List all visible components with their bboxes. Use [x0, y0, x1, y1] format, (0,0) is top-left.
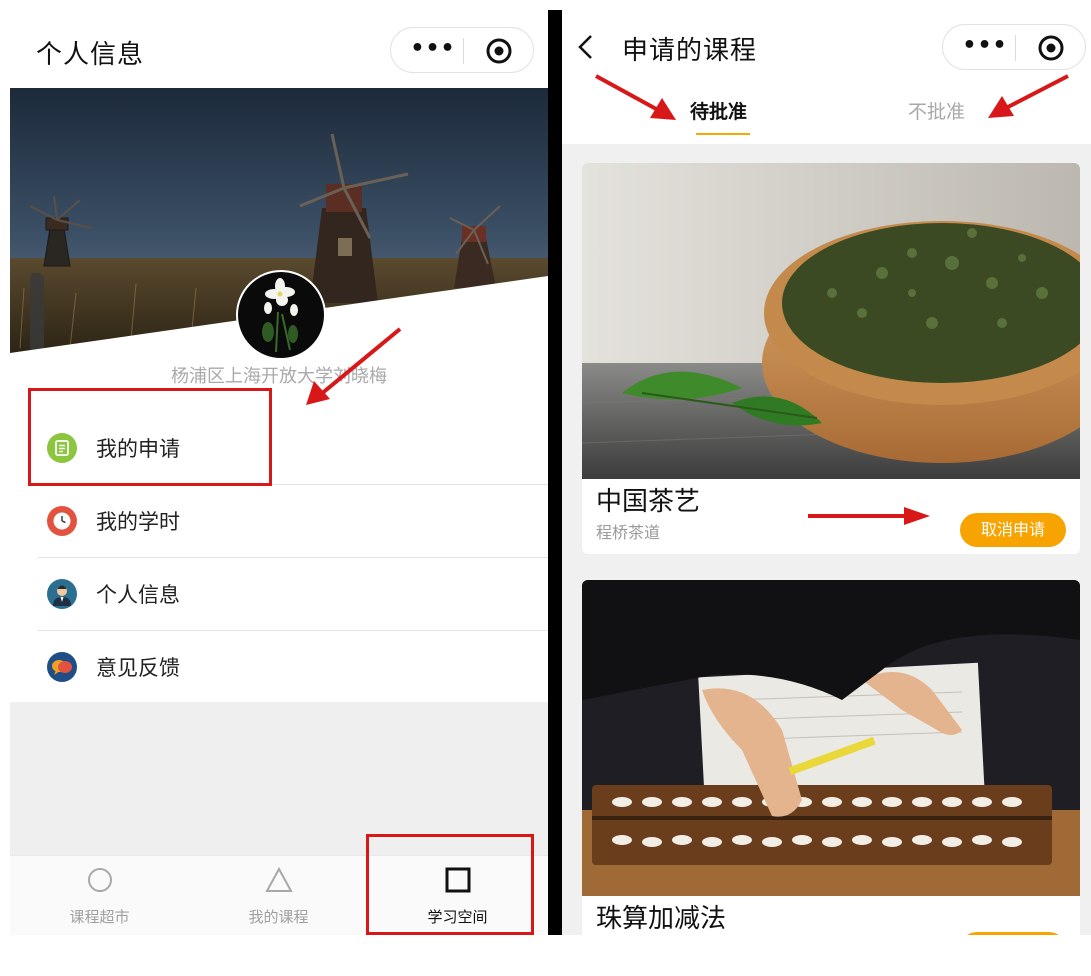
course-image-tea	[582, 163, 1080, 479]
course-card[interactable]: 中国茶艺 程桥茶道 取消申请	[582, 163, 1080, 554]
person-icon	[47, 579, 77, 609]
close-target-icon[interactable]	[485, 37, 513, 65]
user-name: 杨浦区上海开放大学刘晓梅	[171, 366, 387, 387]
annotation-arrow	[808, 507, 930, 525]
course-title: 中国茶艺	[596, 487, 701, 517]
tab-my-courses[interactable]: 我的课程	[189, 856, 368, 935]
speech-bubbles-icon	[47, 652, 77, 682]
more-menu-icon[interactable]: •••	[409, 38, 457, 60]
annotation-box-study-space-tab	[366, 834, 534, 935]
annotation-arrow	[988, 74, 1069, 118]
empty-content-area	[10, 702, 548, 855]
mini-program-capsule: •••	[942, 24, 1086, 70]
course-title: 珠算加减法	[596, 904, 727, 934]
annotation-box-my-applications	[28, 388, 272, 486]
clock-icon	[47, 506, 77, 536]
right-screen-applied-courses: 申请的课程 ••• 待批准 不批准 中国茶艺 程桥茶道 取消申请 珠算加减法	[562, 0, 1091, 935]
active-tab-underline	[696, 133, 750, 135]
capsule-separator	[1015, 35, 1016, 61]
course-image-abacus	[582, 580, 1080, 896]
menu-item-my-study-hours[interactable]: 我的学时	[38, 485, 548, 557]
more-menu-icon[interactable]: •••	[961, 35, 1009, 57]
cancel-application-button[interactable]	[960, 932, 1066, 935]
cancel-application-button[interactable]: 取消申请	[960, 513, 1066, 547]
panel-divider	[548, 10, 562, 935]
tab-pending-approval[interactable]: 待批准	[690, 97, 747, 124]
annotation-arrow	[595, 74, 676, 120]
annotation-arrow	[306, 327, 402, 405]
circle-icon	[88, 868, 112, 892]
left-screen-personal-info: 个人信息 ••• 杨浦区上海开放大学刘晓梅 我的申请 我的学时 个人信息 意见反…	[10, 0, 548, 935]
course-provider: 程桥茶道	[596, 523, 661, 542]
tab-course-market[interactable]: 课程超市	[10, 856, 189, 935]
tab-label: 课程超市	[69, 908, 130, 926]
menu-item-label: 意见反馈	[96, 656, 180, 680]
chevron-left-icon[interactable]	[576, 32, 596, 62]
triangle-icon	[265, 866, 293, 892]
capsule-separator	[463, 38, 464, 64]
left-nav-bar: 个人信息 •••	[10, 15, 548, 87]
menu-item-label: 个人信息	[96, 583, 180, 607]
course-card[interactable]: 珠算加减法	[582, 580, 1080, 935]
tab-not-approved[interactable]: 不批准	[908, 97, 965, 124]
close-target-icon[interactable]	[1037, 34, 1065, 62]
page-title: 个人信息	[36, 40, 145, 70]
menu-item-label: 我的学时	[96, 510, 180, 534]
mini-program-capsule: •••	[390, 27, 534, 73]
menu-item-feedback[interactable]: 意见反馈	[38, 631, 548, 703]
page-title: 申请的课程	[622, 36, 758, 66]
tab-label: 我的课程	[248, 908, 309, 926]
menu-item-personal-info[interactable]: 个人信息	[38, 558, 548, 630]
